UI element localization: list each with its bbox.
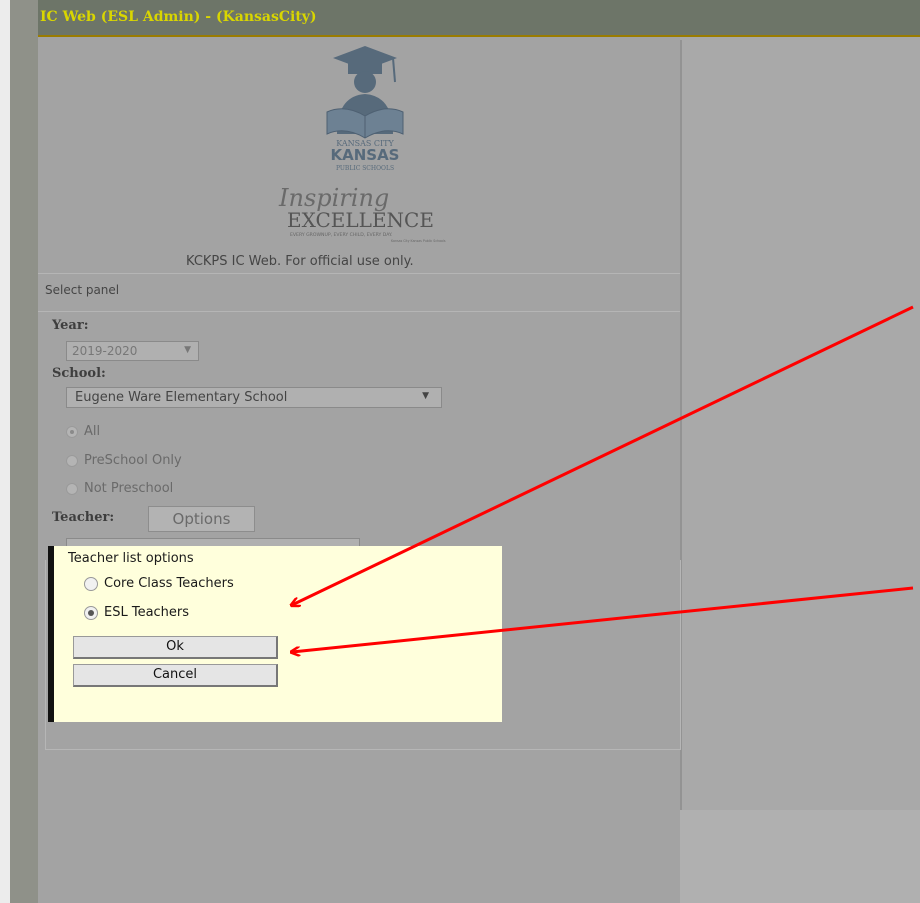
divider xyxy=(38,311,680,312)
logo-line3: PUBLIC SCHOOLS xyxy=(336,165,394,172)
core-class-teachers-label: Core Class Teachers xyxy=(104,576,234,591)
chevron-down-icon: ▼ xyxy=(422,391,429,401)
kckps-logo: KANSAS CITY KANSAS PUBLIC SCHOOLS Inspir… xyxy=(278,46,446,243)
year-select[interactable]: 2019-2020 ▼ xyxy=(66,341,199,361)
teacher-list-options-popup: Teacher list options Core Class Teachers… xyxy=(48,546,502,722)
filter-not-preschool-option[interactable]: Not Preschool xyxy=(66,481,173,496)
content-panel-footer xyxy=(680,810,920,903)
window-left-edge xyxy=(0,0,10,903)
content-panel xyxy=(680,40,920,810)
school-label: School: xyxy=(52,366,106,381)
cancel-button[interactable]: Cancel xyxy=(73,664,278,687)
esl-teachers-radio[interactable] xyxy=(84,606,98,620)
filter-not-preschool-label: Not Preschool xyxy=(84,481,174,496)
select-panel-header: Select panel xyxy=(45,283,120,297)
radio-icon[interactable] xyxy=(66,454,78,467)
window-title: IC Web (ESL Admin) - (KansasCity) xyxy=(40,9,317,25)
official-use-notice: KCKPS IC Web. For official use only. xyxy=(186,254,414,269)
logo-line2: KANSAS xyxy=(330,146,399,164)
radio-icon[interactable] xyxy=(66,482,78,495)
options-button[interactable]: Options xyxy=(148,506,255,532)
radio-icon[interactable] xyxy=(66,425,78,438)
core-class-teachers-radio[interactable] xyxy=(84,577,98,591)
filter-all-label: All xyxy=(84,424,101,439)
filter-all-option[interactable]: All xyxy=(66,424,100,439)
teacher-label: Teacher: xyxy=(52,510,115,525)
popup-title: Teacher list options xyxy=(68,551,194,566)
title-bar: IC Web (ESL Admin) - (KansasCity) xyxy=(38,0,920,37)
school-select[interactable]: Eugene Ware Elementary School ▼ xyxy=(66,387,442,408)
school-value: Eugene Ware Elementary School xyxy=(75,390,288,405)
side-strip xyxy=(10,0,38,903)
divider xyxy=(38,273,680,274)
filter-preschool-only-option[interactable]: PreSchool Only xyxy=(66,453,182,468)
year-value: 2019-2020 xyxy=(72,344,138,358)
logo-tagline-small: Kansas City Kansas Public Schools xyxy=(391,239,446,243)
year-label: Year: xyxy=(52,318,89,333)
logo-tagline-sub: EVERY GROWNUP, EVERY CHILD, EVERY DAY. xyxy=(290,232,392,238)
ok-button[interactable]: Ok xyxy=(73,636,278,659)
filter-preschool-only-label: PreSchool Only xyxy=(84,453,182,468)
chevron-down-icon: ▼ xyxy=(184,345,191,355)
esl-teachers-label: ESL Teachers xyxy=(104,605,190,620)
logo-tagline-main: EXCELLENCE xyxy=(287,208,434,232)
